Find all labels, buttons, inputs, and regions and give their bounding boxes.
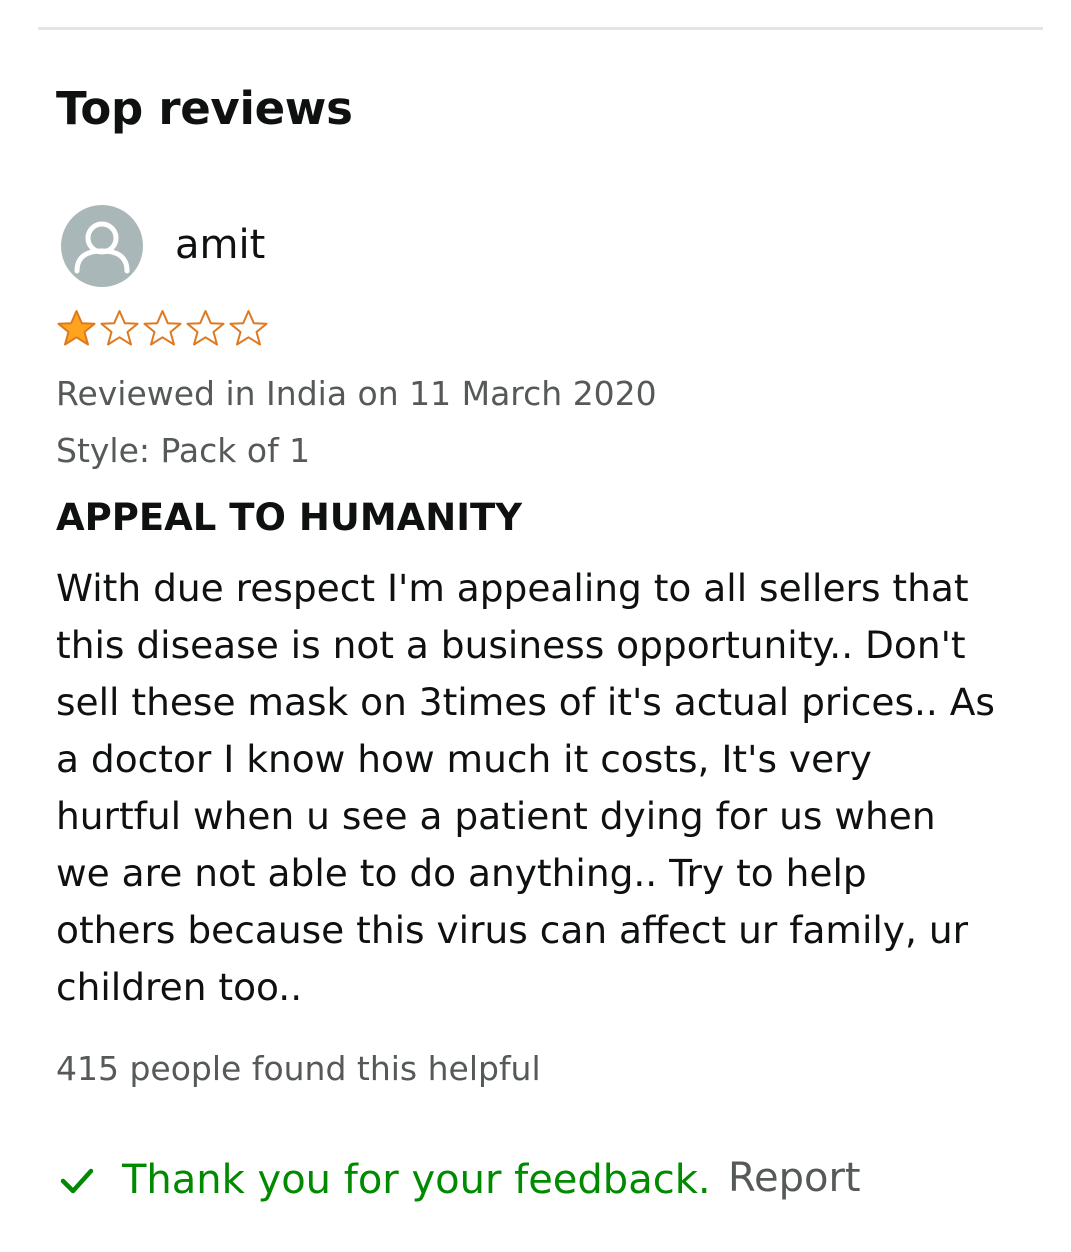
- report-link[interactable]: Report: [728, 1155, 861, 1201]
- review-body-line: others because this virus can affect ur …: [56, 908, 969, 952]
- review-body-line: this disease is not a business opportuni…: [56, 623, 966, 667]
- section-title: Top reviews: [56, 82, 353, 135]
- review-body-line: children too..: [56, 965, 303, 1009]
- helpful-count: 415 people found this helpful: [56, 1049, 541, 1088]
- review-body-line: sell these mask on 3times of it's actual…: [56, 680, 995, 724]
- check-icon: [60, 1168, 94, 1194]
- feedback-confirmation: Thank you for your feedback.: [56, 1152, 711, 1208]
- review-body-line: a doctor I know how much it costs, It's …: [56, 737, 872, 781]
- review-body: With due respect I'm appealing to all se…: [56, 560, 1046, 1016]
- review-title: APPEAL TO HUMANITY: [56, 496, 523, 539]
- star-empty-icon: [229, 310, 268, 346]
- review-body-line: With due respect I'm appealing to all se…: [56, 566, 969, 610]
- reviewer-name[interactable]: amit: [175, 222, 265, 268]
- review-date: Reviewed in India on 11 March 2020: [56, 374, 657, 413]
- star-empty-icon: [143, 310, 182, 346]
- top-divider: [38, 27, 1043, 30]
- star-empty-icon: [100, 310, 139, 346]
- review-body-line: we are not able to do anything.. Try to …: [56, 851, 867, 895]
- star-empty-icon: [186, 310, 225, 346]
- review-style: Style: Pack of 1: [56, 431, 311, 470]
- review-body-line: hurtful when u see a patient dying for u…: [56, 794, 936, 838]
- star-rating: [55, 308, 270, 348]
- user-avatar-icon: [61, 205, 143, 287]
- feedback-text: Thank you for your feedback.: [122, 1157, 711, 1203]
- star-filled-icon: [57, 310, 96, 346]
